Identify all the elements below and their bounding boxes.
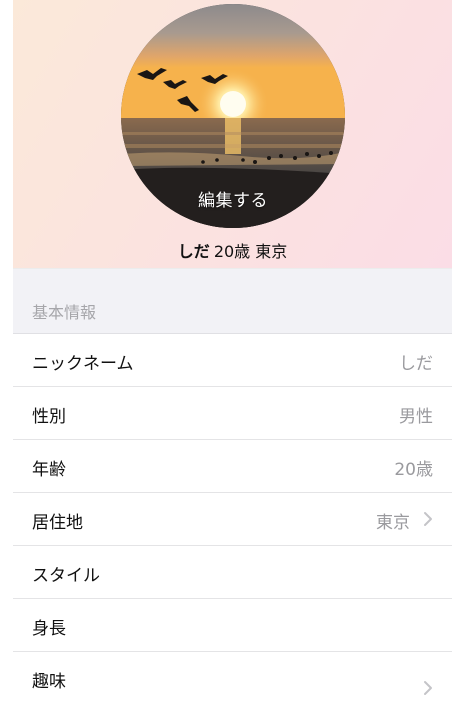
summary-age: 20歳 [213, 242, 251, 261]
section-title: 基本情報 [32, 303, 97, 322]
row-style[interactable]: スタイル [13, 546, 452, 599]
row-label-hobby: 趣味 [32, 672, 66, 692]
row-label-location: 居住地 [32, 513, 83, 533]
summary-location: 東京 [255, 242, 288, 261]
right-margin [452, 0, 460, 712]
row-value-location: 東京 [376, 513, 410, 533]
chevron-right-icon [424, 681, 432, 695]
row-age[interactable]: 年齢 20歳 [13, 440, 452, 493]
row-nickname[interactable]: ニックネーム しだ [13, 334, 452, 387]
profile-header: 編集する しだ 20歳 東京 [13, 0, 452, 269]
left-margin [0, 0, 13, 712]
row-height[interactable]: 身長 [13, 599, 452, 652]
row-label-height: 身長 [32, 619, 66, 639]
profile-summary: しだ 20歳 東京 [13, 238, 452, 262]
chevron-right-icon [424, 512, 432, 526]
avatar[interactable]: 編集する [121, 4, 345, 228]
row-hobby[interactable]: 趣味 [13, 652, 452, 712]
row-value-age: 20歳 [394, 460, 433, 480]
basic-info-list: ニックネーム しだ 性別 男性 年齢 20歳 居住地 東京 スタイル 身長 趣味 [13, 334, 452, 712]
row-gender[interactable]: 性別 男性 [13, 387, 452, 440]
row-value-gender: 男性 [399, 407, 433, 427]
row-label-gender: 性別 [32, 407, 66, 427]
edit-photo-label[interactable]: 編集する [121, 186, 345, 211]
summary-nickname: しだ [177, 242, 210, 261]
row-label-style: スタイル [32, 566, 100, 586]
row-value-nickname: しだ [399, 354, 433, 374]
section-header-basic-info: 基本情報 [13, 269, 452, 334]
row-label-nickname: ニックネーム [32, 354, 134, 374]
profile-screen: 編集する しだ 20歳 東京 基本情報 ニックネーム しだ 性別 男性 年齢 20歳… [13, 0, 452, 712]
row-label-age: 年齢 [32, 460, 66, 480]
row-location[interactable]: 居住地 東京 [13, 493, 452, 546]
